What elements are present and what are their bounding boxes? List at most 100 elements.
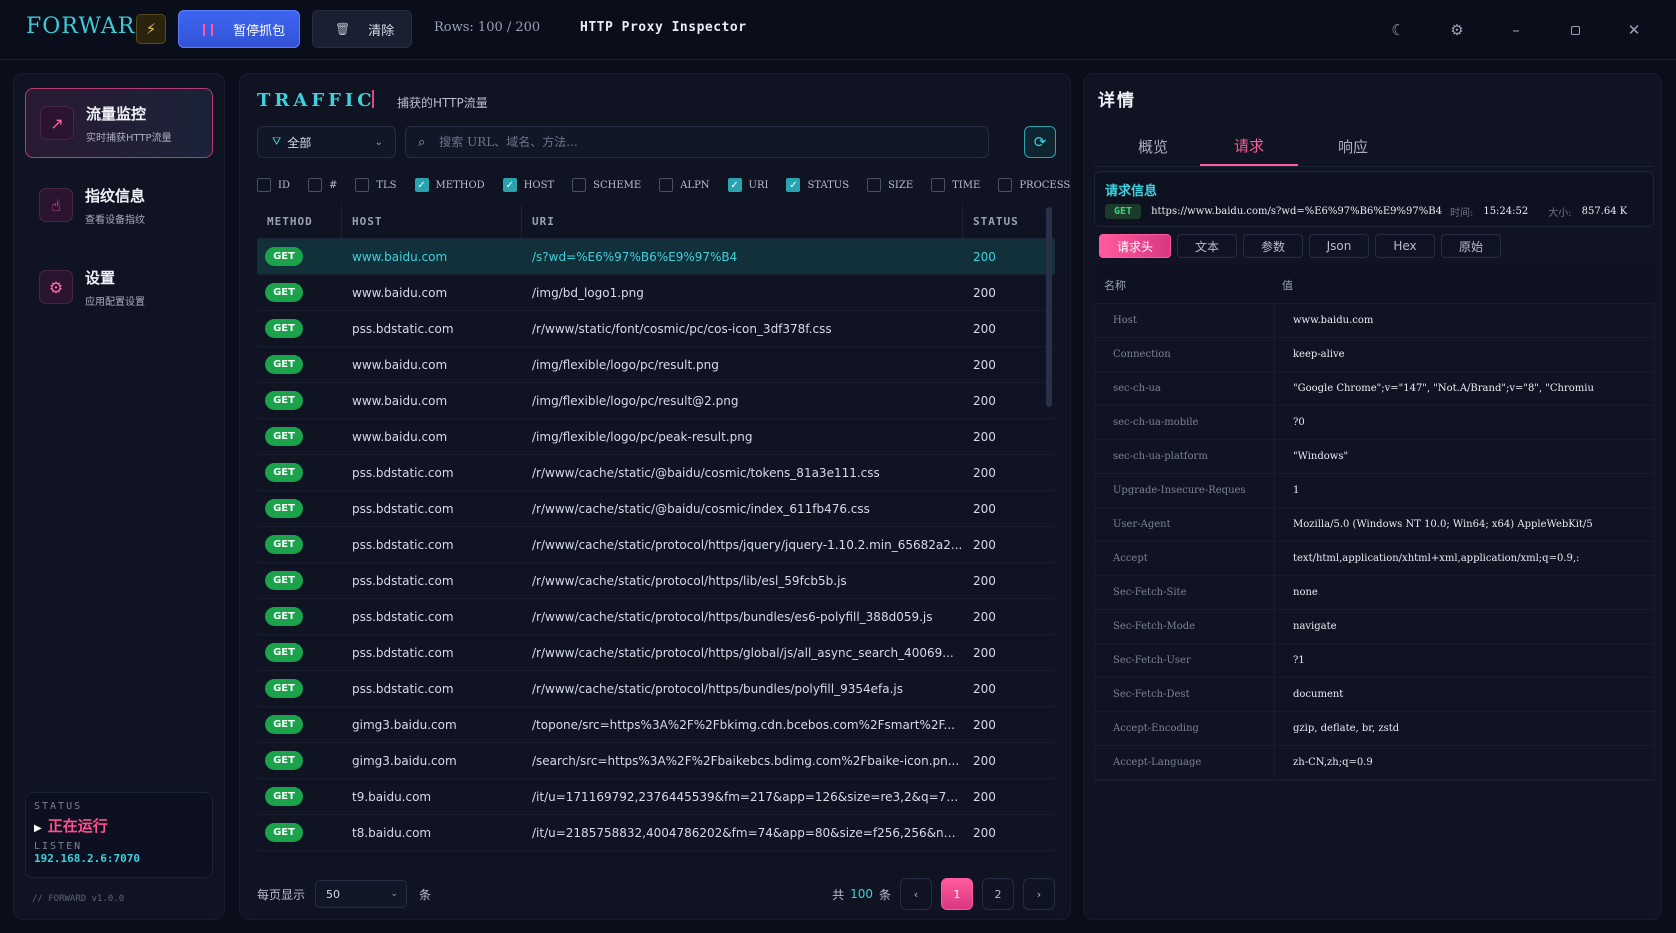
checkbox[interactable] [998,178,1013,192]
pause-capture-button[interactable]: ❙❙ 暂停抓包 [178,10,300,48]
column-toggle-tls[interactable]: TLS [355,178,397,192]
table-row[interactable]: GET www.baidu.com/img/flexible/logo/pc/re… [257,347,1055,383]
method-cell: GET [257,607,342,626]
table-row[interactable]: GET pss.bdstatic.com/r/www/cache/static/@… [257,491,1055,527]
request-url[interactable]: https://www.baidu.com/s?wd=%E6%97%B6%E9%… [1151,206,1442,217]
minimize-icon[interactable]: – [1504,18,1528,42]
refresh-button[interactable]: ⟳ [1024,126,1056,158]
column-header-method[interactable]: METHOD [257,205,342,239]
checkbox[interactable]: ✓ [502,178,517,192]
table-row[interactable]: GET www.baidu.com/img/bd_logo1.png 200 [257,275,1055,311]
table-scrollbar[interactable] [1046,207,1052,407]
checkbox[interactable] [659,178,674,192]
column-toggle-method[interactable]: ✓ METHOD [414,178,485,192]
table-row[interactable]: GET t9.baidu.com/it/u=171169792,237644553… [257,779,1055,815]
header-row[interactable]: Connection keep-alive [1095,338,1654,372]
column-toggle-scheme[interactable]: SCHEME [572,178,641,192]
table-row[interactable]: GET pss.bdstatic.com/r/www/cache/static/@… [257,455,1055,491]
table-row[interactable]: GET pss.bdstatic.com/r/www/cache/static/p… [257,635,1055,671]
column-toggle-process[interactable]: PROCESS [998,178,1070,192]
subtab-headers[interactable]: 请求头 [1099,234,1171,258]
table-row[interactable]: GET www.baidu.com/img/flexible/logo/pc/re… [257,383,1055,419]
checkbox[interactable] [307,178,322,192]
header-row[interactable]: Sec-Fetch-User ?1 [1095,644,1654,678]
column-toggle-id[interactable]: ID [257,178,290,192]
checkbox[interactable]: ✓ [414,178,429,192]
header-row[interactable]: Accept-Language zh-CN,zh;q=0.9 [1095,746,1654,780]
table-row[interactable]: GET pss.bdstatic.com/r/www/cache/static/p… [257,599,1055,635]
search-box[interactable]: ⌕ [405,126,989,158]
subtab-raw[interactable]: 原始 [1441,234,1501,258]
subtab-hex[interactable]: Hex [1375,234,1435,258]
checkbox[interactable] [355,178,370,192]
checkbox[interactable] [931,178,946,192]
header-row[interactable]: Sec-Fetch-Site none [1095,576,1654,610]
gear-icon[interactable]: ⚙ [1445,18,1469,42]
checkbox[interactable] [257,178,271,192]
table-row[interactable]: GET pss.bdstatic.com/r/www/cache/static/p… [257,563,1055,599]
column-toggle-host[interactable]: ✓ HOST [502,178,554,192]
search-input[interactable] [439,135,960,149]
column-toggle-index[interactable]: # [307,178,337,192]
column-toggle-label: METHOD [435,179,485,191]
table-row[interactable]: GET www.baidu.com/img/flexible/logo/pc/pe… [257,419,1055,455]
table-row[interactable]: GET pss.bdstatic.com/r/www/cache/static/p… [257,527,1055,563]
header-row[interactable]: sec-ch-ua "Google Chrome";v="147", "Not.A… [1095,372,1654,406]
time-label: 时间: [1449,208,1474,219]
lightning-icon[interactable]: ⚡ [136,14,166,44]
table-row[interactable]: GET gimg3.baidu.com/topone/src=https%3A%2… [257,707,1055,743]
checkbox[interactable] [867,178,882,192]
checkbox[interactable] [572,178,587,192]
header-row[interactable]: Upgrade-Insecure-Reques 1 [1095,474,1654,508]
header-row[interactable]: User-Agent Mozilla/5.0 (Windows NT 10.0; … [1095,508,1654,542]
column-toggle-alpn[interactable]: ALPN [659,178,710,192]
next-page-button[interactable]: › [1023,878,1055,910]
header-row[interactable]: Sec-Fetch-Mode navigate [1095,610,1654,644]
table-row[interactable]: GET t8.baidu.com/it/u=2185758832,40047862… [257,815,1055,851]
close-icon[interactable]: ✕ [1622,18,1646,42]
sidebar-item-settings[interactable]: ⚙ 设置 应用配置设置 [25,252,213,322]
per-page-select[interactable]: 50 ⌄ [315,880,408,908]
page-button-2[interactable]: 2 [982,878,1014,910]
tab-overview[interactable]: 概览 [1104,126,1202,166]
tab-response[interactable]: 响应 [1304,126,1402,166]
maximize-icon[interactable] [1563,18,1587,42]
subtab-text[interactable]: 文本 [1177,234,1237,258]
header-value: none [1293,587,1318,598]
column-toggle-uri[interactable]: ✓ URI [727,178,768,192]
prev-page-button[interactable]: ‹ [900,878,932,910]
table-row[interactable]: GET pss.bdstatic.com/r/www/static/font/co… [257,311,1055,347]
sidebar-item-traffic[interactable]: ↗ 流量监控 实时捕获HTTP流量 [25,88,213,158]
moon-icon[interactable]: ☾ [1386,18,1410,42]
column-header-value: 值 [1282,279,1293,292]
column-header-uri[interactable]: URI [522,205,963,239]
method-filter-select[interactable]: ⛛ 全部 ⌄ [257,126,396,158]
column-header-host[interactable]: HOST [342,205,522,239]
header-name: Host [1095,304,1275,337]
uri-cell: /r/www/cache/static/protocol/https/bundl… [532,609,933,624]
header-row[interactable]: Accept-Encoding gzip, deflate, br, zstd [1095,712,1654,746]
table-row[interactable]: GET gimg3.baidu.com/search/src=https%3A%2… [257,743,1055,779]
header-row[interactable]: sec-ch-ua-mobile ?0 [1095,406,1654,440]
header-row[interactable]: Sec-Fetch-Dest document [1095,678,1654,712]
pause-icon: ❙❙ [199,22,217,36]
column-toggle-status[interactable]: ✓ STATUS [786,178,849,192]
subtab-params[interactable]: 参数 [1243,234,1303,258]
header-value: navigate [1293,621,1337,632]
header-row[interactable]: Host www.baidu.com [1095,304,1654,338]
clear-button[interactable]: 🗑 清除 [312,10,412,48]
header-row[interactable]: sec-ch-ua-platform "Windows" [1095,440,1654,474]
subtab-json[interactable]: Json [1309,234,1369,258]
checkbox[interactable]: ✓ [786,178,801,192]
table-row[interactable]: GET www.baidu.com/s?wd=%E6%97%B6%E9%97%B4… [257,239,1055,275]
column-header-status[interactable]: STATUS [963,205,1043,239]
sidebar-item-fingerprint[interactable]: ☝ 指纹信息 查看设备指纹 [25,170,213,240]
tab-request[interactable]: 请求 [1200,126,1298,166]
column-toggle-size[interactable]: SIZE [867,178,913,192]
page-button-1[interactable]: 1 [941,878,973,910]
header-row[interactable]: Accept text/html,application/xhtml+xml,ap… [1095,542,1654,576]
table-row[interactable]: GET pss.bdstatic.com/r/www/cache/static/p… [257,671,1055,707]
column-toggle-label: SCHEME [593,179,642,191]
checkbox[interactable]: ✓ [727,178,742,192]
column-toggle-time[interactable]: TIME [931,178,980,192]
